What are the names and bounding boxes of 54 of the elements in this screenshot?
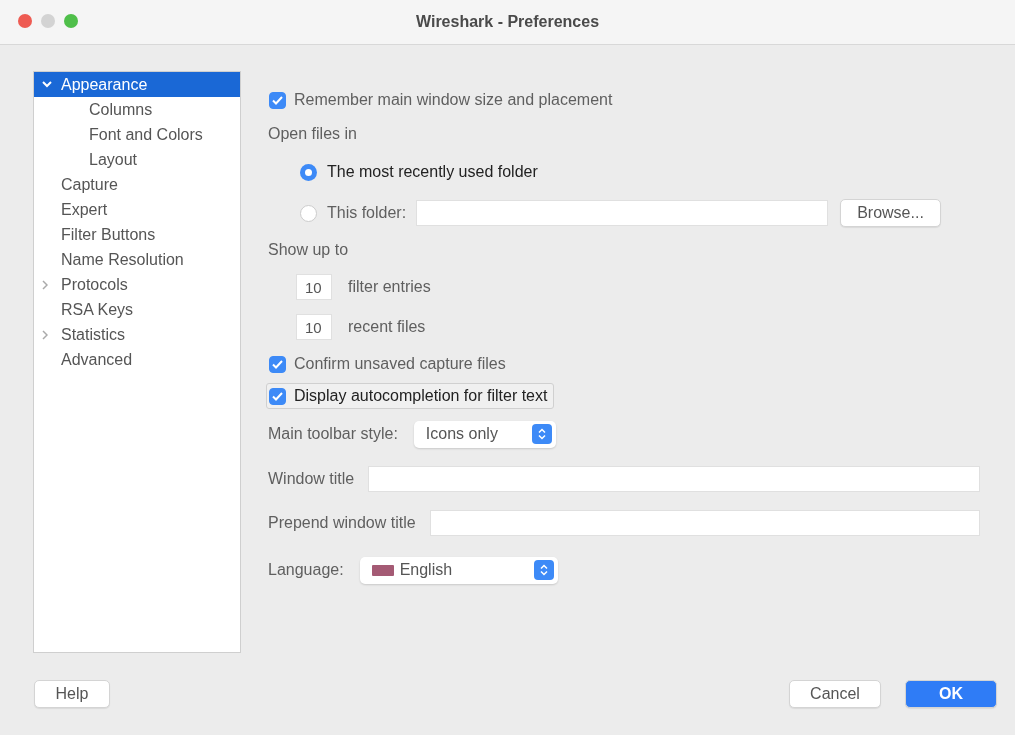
number-field[interactable]: 10 <box>296 314 332 340</box>
folder-field[interactable] <box>416 200 829 226</box>
field-label: filter entries <box>348 278 431 296</box>
tree-item[interactable]: Font and Colors <box>34 122 240 147</box>
checkbox-label: Remember main window size and placement <box>294 91 613 109</box>
dialog-button[interactable]: Cancel <box>789 680 881 708</box>
tree-item[interactable]: Protocols <box>34 272 240 297</box>
tree-item[interactable]: Expert <box>34 197 240 222</box>
browse-button[interactable]: Browse... <box>840 199 941 227</box>
stepper-icon <box>533 560 554 580</box>
ok-button[interactable]: OK <box>905 680 997 708</box>
field-label: Language: <box>268 561 344 579</box>
dropdown[interactable]: Icons only <box>413 420 556 448</box>
tree-item[interactable]: Layout <box>34 147 240 172</box>
radio-button[interactable] <box>300 204 317 222</box>
chevron-down-icon[interactable] <box>42 81 52 88</box>
number-field[interactable]: 10 <box>296 274 332 300</box>
checkbox[interactable] <box>269 355 286 373</box>
tree-item[interactable]: Filter Buttons <box>34 222 240 247</box>
field-label: Window title <box>268 470 355 488</box>
chevron-right-icon[interactable] <box>42 329 48 340</box>
tree-item[interactable]: Name Resolution <box>34 247 240 272</box>
zoom-icon[interactable] <box>64 14 78 28</box>
stepper-icon <box>531 424 552 444</box>
radio-label: The most recently used folder <box>327 163 538 181</box>
tree-item[interactable]: RSA Keys <box>34 297 240 322</box>
text-field[interactable] <box>429 510 980 536</box>
checkbox[interactable] <box>269 387 286 405</box>
minimize-icon[interactable] <box>41 14 55 28</box>
close-icon[interactable] <box>18 14 32 28</box>
section-label: Show up to <box>268 241 349 259</box>
chevron-right-icon[interactable] <box>42 279 48 290</box>
dropdown[interactable]: English <box>359 556 558 584</box>
tree-item[interactable]: Statistics <box>34 322 240 347</box>
checkbox[interactable] <box>269 91 286 109</box>
tree-item[interactable]: Advanced <box>34 347 240 372</box>
tree-item[interactable]: Capture <box>34 172 240 197</box>
field-label: recent files <box>348 318 426 336</box>
checkmark-icon <box>272 359 283 369</box>
tree-item[interactable]: Appearance <box>34 72 240 97</box>
field-label: Main toolbar style: <box>268 425 398 443</box>
field-label: Prepend window title <box>268 514 416 532</box>
dialog-button[interactable]: Help <box>34 680 110 708</box>
text-field[interactable] <box>368 466 980 492</box>
radio-label: This folder: <box>327 204 407 222</box>
checkbox-label: Confirm unsaved capture files <box>294 355 506 373</box>
checkmark-icon <box>272 391 283 401</box>
checkmark-icon <box>272 95 283 105</box>
section-label: Open files in <box>268 125 357 143</box>
checkbox-label: Display autocompletion for filter text <box>294 387 548 405</box>
flag-icon <box>371 564 394 576</box>
radio-button[interactable] <box>300 163 317 181</box>
tree-item[interactable]: Columns <box>34 97 240 122</box>
window-title: Wireshark - Preferences <box>415 13 600 31</box>
